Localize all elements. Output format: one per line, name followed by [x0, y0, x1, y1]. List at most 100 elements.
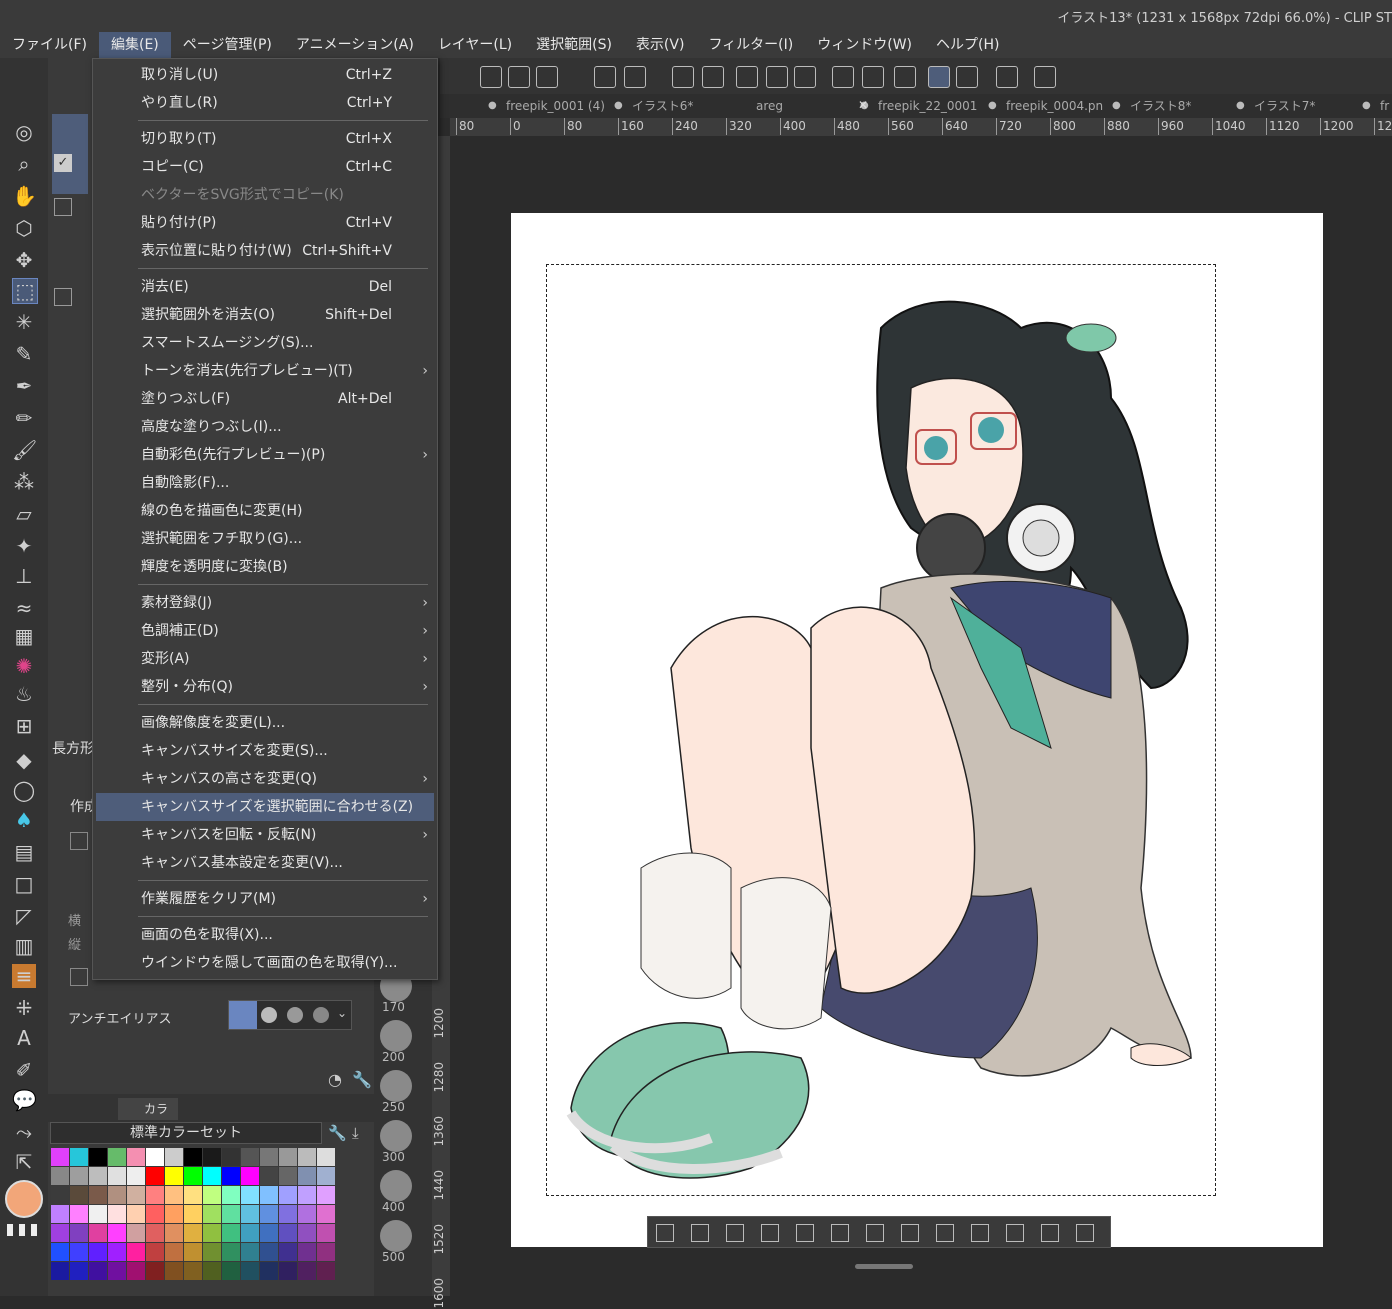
color-swatch[interactable] [165, 1243, 183, 1261]
color-swatch[interactable] [203, 1167, 221, 1185]
edit-menu-item[interactable]: 画像解像度を変更(L)... [96, 709, 434, 737]
color-swatch[interactable] [298, 1224, 316, 1242]
brush-size-preview[interactable] [380, 1170, 412, 1202]
color-swatch[interactable] [108, 1262, 126, 1280]
color-swatch[interactable] [298, 1186, 316, 1204]
menu-0[interactable]: ファイル(F) [0, 32, 99, 58]
color-swatch[interactable] [317, 1262, 335, 1280]
menu-4[interactable]: レイヤー(L) [426, 32, 524, 58]
command-icon[interactable] [956, 66, 978, 88]
edit-menu-item[interactable]: ウインドウを隠して画面の色を取得(Y)... [96, 949, 434, 977]
color-swatch[interactable] [70, 1167, 88, 1185]
color-swatch[interactable] [165, 1205, 183, 1223]
menu-2[interactable]: ページ管理(P) [171, 32, 284, 58]
color-swatch[interactable] [51, 1243, 69, 1261]
menu-7[interactable]: フィルター(I) [696, 32, 805, 58]
color-swatch[interactable] [89, 1224, 107, 1242]
color-swatch[interactable] [165, 1262, 183, 1280]
color-swatch[interactable] [146, 1224, 164, 1242]
command-icon[interactable] [702, 66, 724, 88]
color-swatch[interactable] [70, 1262, 88, 1280]
selection-launcher-icon[interactable] [866, 1224, 884, 1242]
command-icon[interactable] [594, 66, 616, 88]
selection-launcher-icon[interactable] [726, 1224, 744, 1242]
color-swatch[interactable] [260, 1205, 278, 1223]
color-swatch[interactable] [222, 1186, 240, 1204]
edit-menu-item[interactable]: 選択範囲外を消去(O) Shift+Del [96, 301, 434, 329]
color-swatch[interactable] [70, 1186, 88, 1204]
color-swatch[interactable] [279, 1167, 297, 1185]
color-swatch[interactable] [70, 1148, 88, 1166]
color-swatch[interactable] [108, 1148, 126, 1166]
color-swatch[interactable] [317, 1167, 335, 1185]
menu-5[interactable]: 選択範囲(S) [524, 32, 624, 58]
color-swatch[interactable] [222, 1224, 240, 1242]
color-swatch[interactable] [108, 1186, 126, 1204]
color-swatch[interactable] [51, 1262, 69, 1280]
object-pen-icon[interactable]: ✐ [12, 1058, 36, 1082]
selection-launcher-icon[interactable] [1076, 1224, 1094, 1242]
color-swatch[interactable] [317, 1224, 335, 1242]
ruler-icon[interactable]: ◸ [12, 904, 36, 928]
color-swatch[interactable] [203, 1262, 221, 1280]
selection-launcher-icon[interactable] [971, 1224, 989, 1242]
edit-menu-item[interactable]: 整列・分布(Q) › [96, 673, 434, 701]
canvas-area[interactable] [450, 136, 1392, 1296]
color-swatch[interactable] [298, 1148, 316, 1166]
color-swatch[interactable] [260, 1148, 278, 1166]
edit-menu-item[interactable]: 表示位置に貼り付け(W) Ctrl+Shift+V [96, 237, 434, 265]
color-swatch[interactable] [51, 1224, 69, 1242]
color-swatch[interactable] [146, 1167, 164, 1185]
color-swatch[interactable] [146, 1186, 164, 1204]
color-swatch[interactable] [184, 1262, 202, 1280]
edit-menu-item[interactable]: コピー(C) Ctrl+C [96, 153, 434, 181]
selection-launcher-icon[interactable] [901, 1224, 919, 1242]
color-swatch[interactable] [108, 1205, 126, 1223]
color-swatch[interactable] [279, 1148, 297, 1166]
color-swatch[interactable] [108, 1167, 126, 1185]
document-tab[interactable]: freepik_22_0001 [878, 94, 978, 118]
edit-menu-item[interactable]: 輝度を透明度に変換(B) [96, 553, 434, 581]
color-swatch[interactable] [298, 1167, 316, 1185]
color-swatch[interactable] [89, 1186, 107, 1204]
color-swatch[interactable] [70, 1205, 88, 1223]
color-swatch[interactable] [279, 1262, 297, 1280]
edit-menu-item[interactable]: キャンバス基本設定を変更(V)... [96, 849, 434, 877]
selection-launcher-icon[interactable] [761, 1224, 779, 1242]
color-swatch[interactable] [89, 1167, 107, 1185]
gradient-icon[interactable]: ▤ [12, 840, 36, 864]
edit-menu-item[interactable]: 切り取り(T) Ctrl+X [96, 125, 434, 153]
color-swatch[interactable] [222, 1243, 240, 1261]
color-swatch[interactable] [241, 1262, 259, 1280]
move-icon[interactable]: ✥ [12, 248, 36, 272]
edit-menu-item[interactable]: 貼り付け(P) Ctrl+V [96, 209, 434, 237]
brush-size-preview[interactable] [380, 1070, 412, 1102]
edit-menu-item[interactable]: 線の色を描画色に変更(H) [96, 497, 434, 525]
color-swatch[interactable] [127, 1262, 145, 1280]
color-swatch[interactable] [203, 1148, 221, 1166]
selection-launcher-icon[interactable] [656, 1224, 674, 1242]
color-swatch[interactable] [279, 1186, 297, 1204]
color-swatch[interactable] [260, 1224, 278, 1242]
command-icon[interactable] [508, 66, 530, 88]
selection-launcher-icon[interactable] [1006, 1224, 1024, 1242]
scroll-thumb[interactable] [855, 1264, 913, 1269]
correct-line-icon[interactable]: ⤳ [12, 1120, 36, 1144]
color-swatch[interactable] [260, 1186, 278, 1204]
color-swatch[interactable] [241, 1205, 259, 1223]
edit-menu-item[interactable]: 画面の色を取得(X)... [96, 921, 434, 949]
perspective-icon[interactable]: ⊞ [12, 714, 36, 738]
wrench-icon[interactable]: 🔧 [352, 1070, 372, 1089]
color-swatch[interactable] [279, 1205, 297, 1223]
menu-1[interactable]: 編集(E) [98, 32, 171, 58]
operation-tool-icon[interactable]: ◎ [12, 120, 36, 144]
edit-menu-item[interactable]: 自動陰影(F)... [96, 469, 434, 497]
color-swatch[interactable] [184, 1224, 202, 1242]
color-swatch[interactable] [146, 1148, 164, 1166]
edit-menu-item[interactable]: 選択範囲をフチ取り(G)... [96, 525, 434, 553]
color-swatch[interactable] [51, 1167, 69, 1185]
checkbox-icon[interactable]: ✓ [54, 154, 72, 172]
download-icon[interactable]: ⤓ [352, 1124, 359, 1142]
document-tab[interactable]: イラスト8* [1130, 94, 1230, 118]
transparent-color-swatch[interactable] [7, 1224, 41, 1236]
